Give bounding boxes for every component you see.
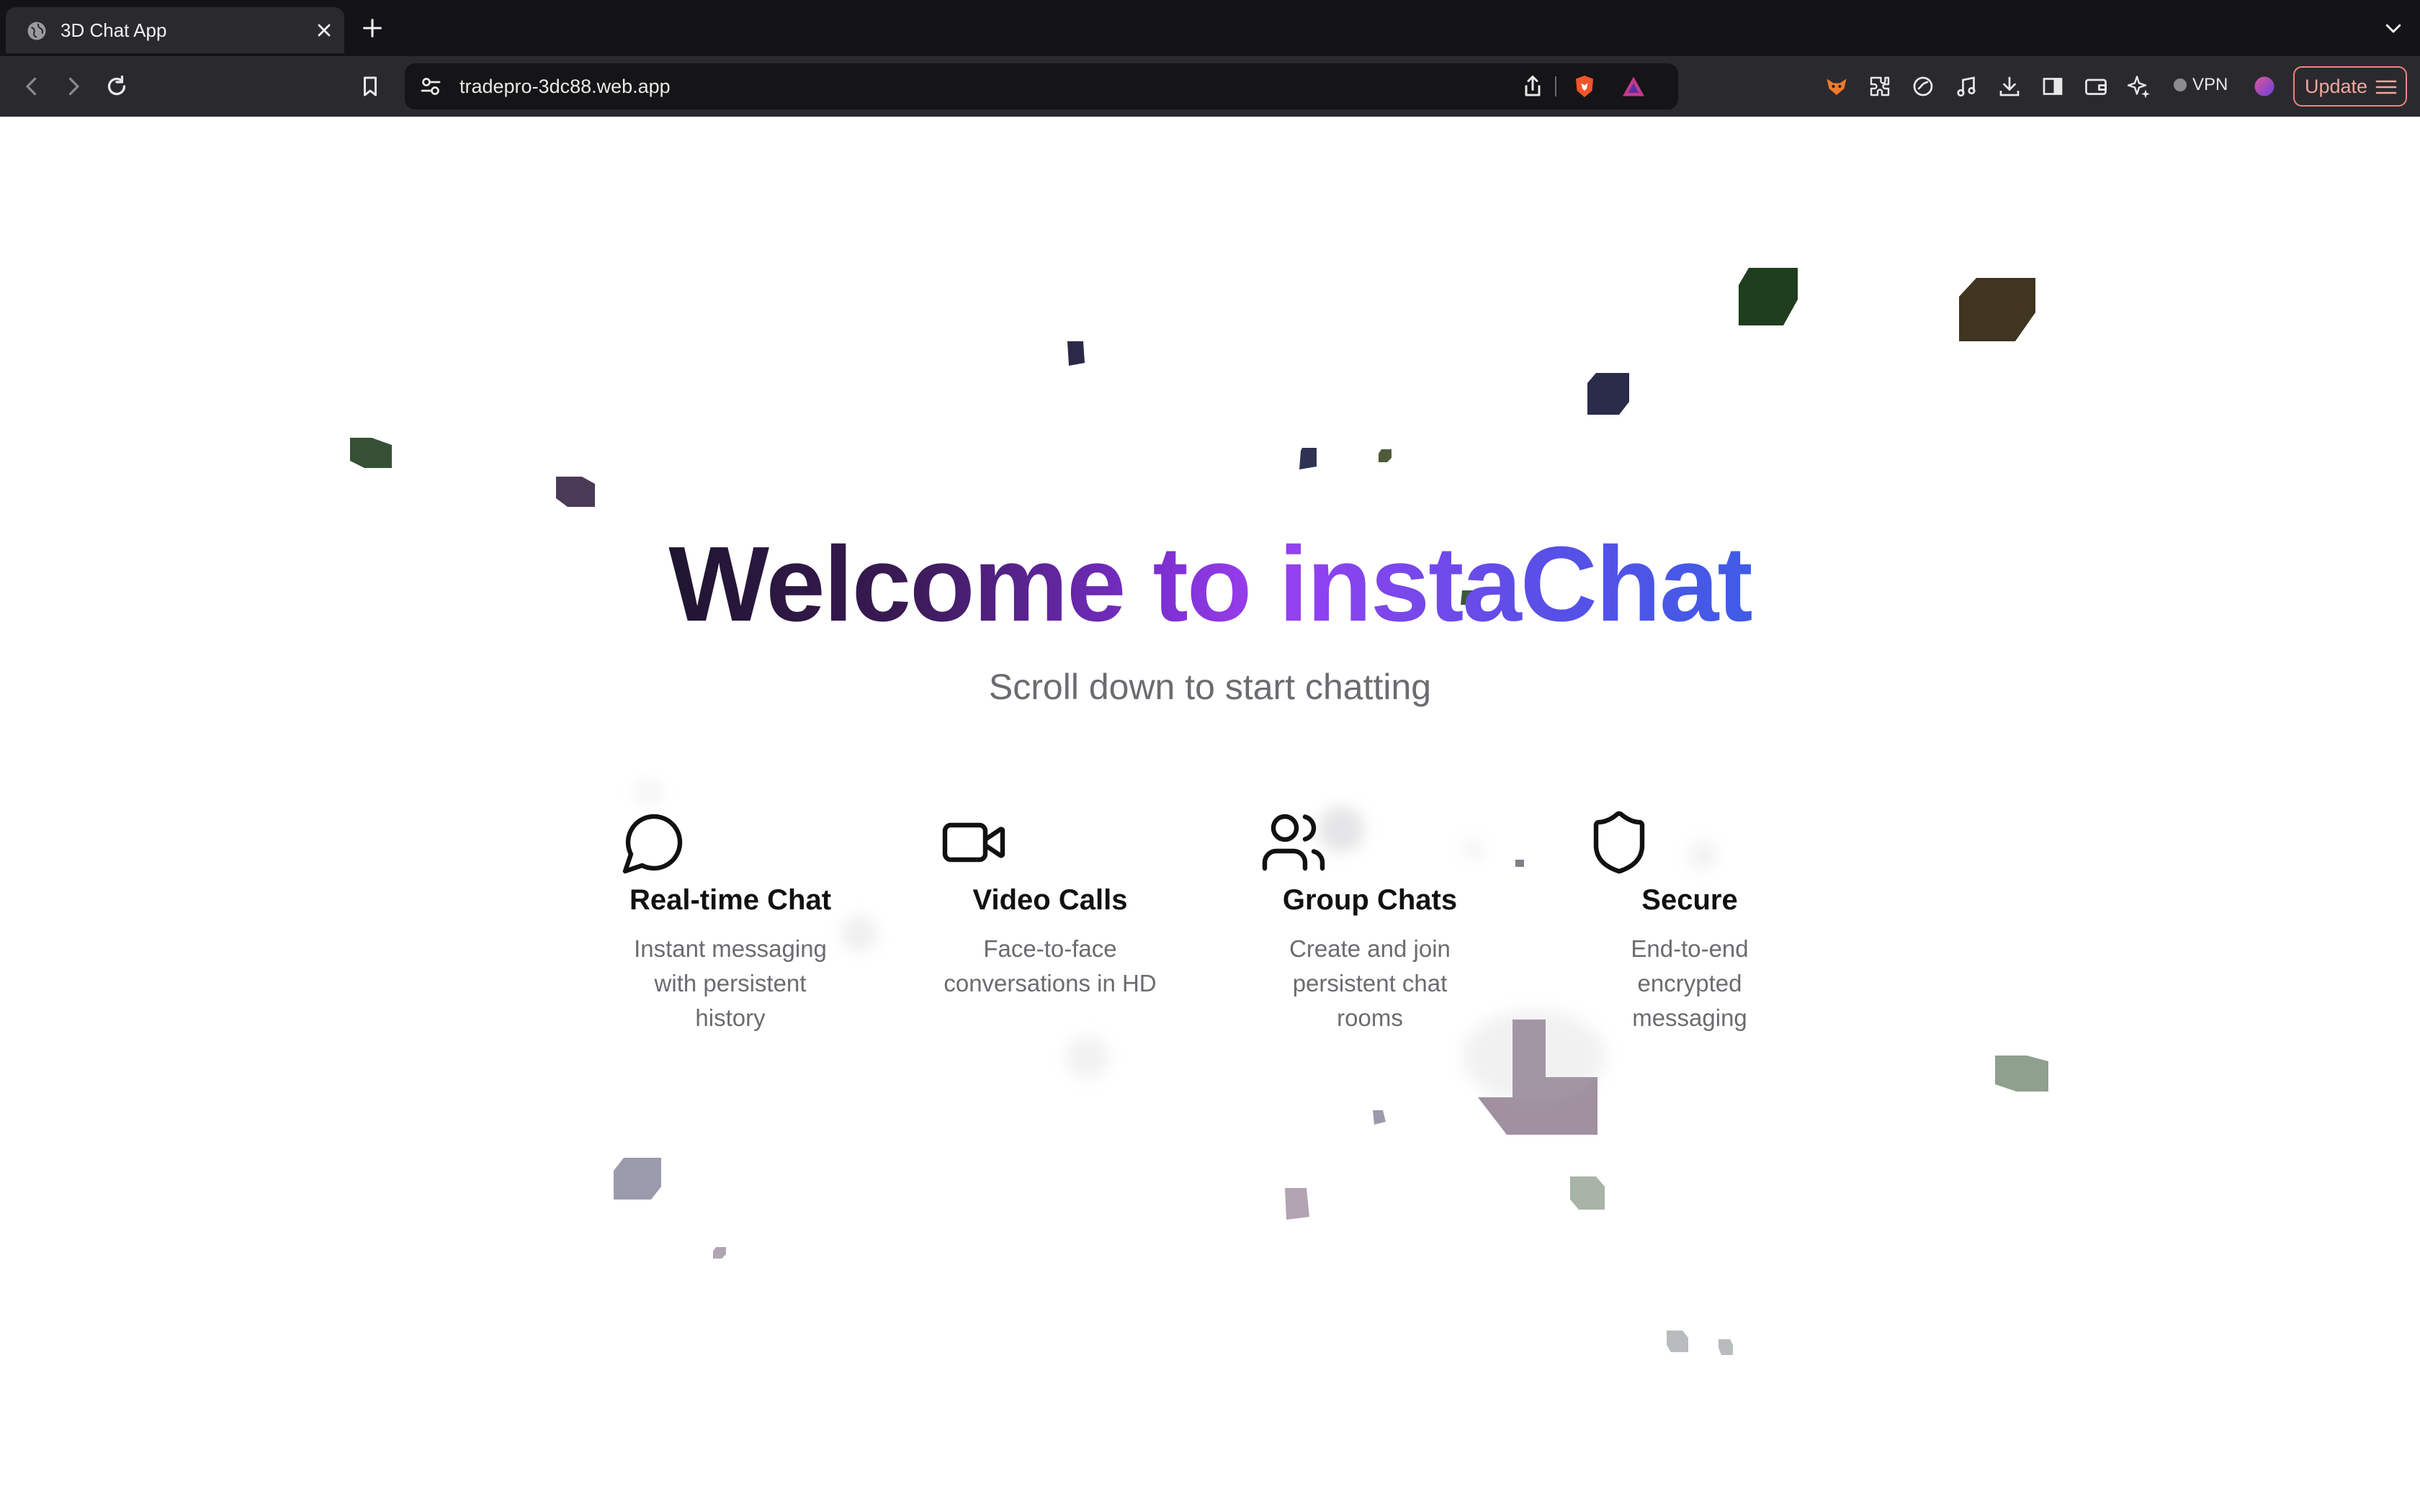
feature-title: Group Chats — [1282, 884, 1458, 916]
reload-icon[interactable] — [104, 73, 130, 99]
feature-title: Real-time Chat — [629, 884, 832, 916]
browser-tab-bar: 3D Chat App — [0, 0, 2420, 56]
vpn-label: VPN — [2192, 75, 2228, 94]
chevron-down-icon[interactable] — [2383, 17, 2404, 39]
vpn-status-dot — [2174, 78, 2187, 91]
forward-icon[interactable] — [60, 73, 86, 99]
floating-shape — [1515, 860, 1524, 867]
vpn-button[interactable]: VPN — [2168, 71, 2233, 99]
floating-shape — [1667, 1331, 1688, 1352]
close-tab-icon[interactable] — [314, 20, 334, 40]
bookmark-icon[interactable] — [357, 73, 383, 99]
floating-shape — [1570, 1176, 1605, 1210]
music-icon[interactable] — [1953, 73, 1979, 99]
blurred-particle — [634, 779, 663, 805]
floating-shape — [1718, 1339, 1733, 1355]
floating-shape — [1373, 1110, 1386, 1125]
hero-title-text: Welcome to instaChat — [668, 525, 1752, 644]
url-separator — [1555, 76, 1556, 96]
feature-description: Face-to-face conversations in HD — [944, 935, 1157, 996]
feature-title: Secure — [1641, 884, 1738, 916]
floating-shape — [1067, 341, 1085, 366]
blurred-particle — [841, 916, 877, 952]
floating-shape — [1995, 1056, 2048, 1092]
hero-title: Welcome to instaChat — [0, 520, 2420, 649]
browser-toolbar: tradepro-3dc88.web.app VPN Update — [0, 56, 2420, 117]
download-icon[interactable] — [1996, 73, 2022, 99]
url-text: tradepro-3dc88.web.app — [460, 76, 671, 97]
page-content: Welcome to instaChat Scroll down to star… — [0, 117, 2420, 1512]
extensions-icon[interactable] — [1867, 73, 1893, 99]
feature-description: End-to-end encrypted messaging — [1631, 935, 1749, 1031]
floating-shape — [1299, 448, 1317, 469]
feature-description: Instant messaging with persistent histor… — [634, 935, 827, 1031]
site-settings-icon[interactable] — [418, 73, 444, 99]
update-label: Update — [2305, 75, 2368, 97]
address-bar[interactable]: tradepro-3dc88.web.app — [405, 63, 1678, 109]
new-tab-icon[interactable] — [360, 16, 385, 40]
users-icon — [1262, 814, 1325, 871]
update-button[interactable]: Update — [2293, 66, 2407, 107]
floating-shape — [614, 1158, 661, 1200]
floating-shape — [1959, 278, 2035, 341]
feature-title: Video Calls — [972, 884, 1128, 916]
hero-subtitle: Scroll down to start chatting — [988, 667, 1432, 707]
sidebar-icon[interactable] — [2040, 73, 2066, 99]
floating-shape — [1379, 449, 1392, 462]
video-camera-icon — [942, 822, 1005, 863]
brave-rewards-icon[interactable] — [1621, 73, 1646, 99]
floating-shape — [556, 477, 595, 507]
globe-icon — [27, 22, 46, 40]
floating-shape — [350, 438, 392, 468]
chat-bubble-icon — [622, 814, 683, 874]
wallet-fox-icon[interactable] — [1824, 73, 1850, 99]
wallet-icon[interactable] — [2083, 73, 2109, 99]
profile-avatar-icon[interactable] — [2251, 73, 2277, 99]
browser-tab[interactable]: 3D Chat App — [6, 7, 344, 53]
floating-shape — [1285, 1188, 1309, 1220]
blurred-particle — [1066, 1035, 1109, 1079]
shield-icon — [1593, 811, 1645, 874]
feature-description: Create and join persistent chat rooms — [1289, 935, 1451, 1031]
menu-icon — [2375, 80, 2397, 94]
floating-shape — [713, 1247, 726, 1259]
leo-ai-icon[interactable] — [1910, 73, 1936, 99]
floating-shape — [1587, 373, 1629, 415]
brave-shields-icon[interactable] — [1572, 73, 1597, 99]
blurred-particle — [1462, 838, 1484, 860]
blurred-particle — [1688, 841, 1717, 870]
tab-title: 3D Chat App — [60, 19, 167, 41]
sparkle-icon[interactable] — [2126, 73, 2152, 99]
back-icon[interactable] — [19, 73, 45, 99]
share-icon[interactable] — [1520, 73, 1546, 99]
floating-shape — [1739, 268, 1798, 325]
